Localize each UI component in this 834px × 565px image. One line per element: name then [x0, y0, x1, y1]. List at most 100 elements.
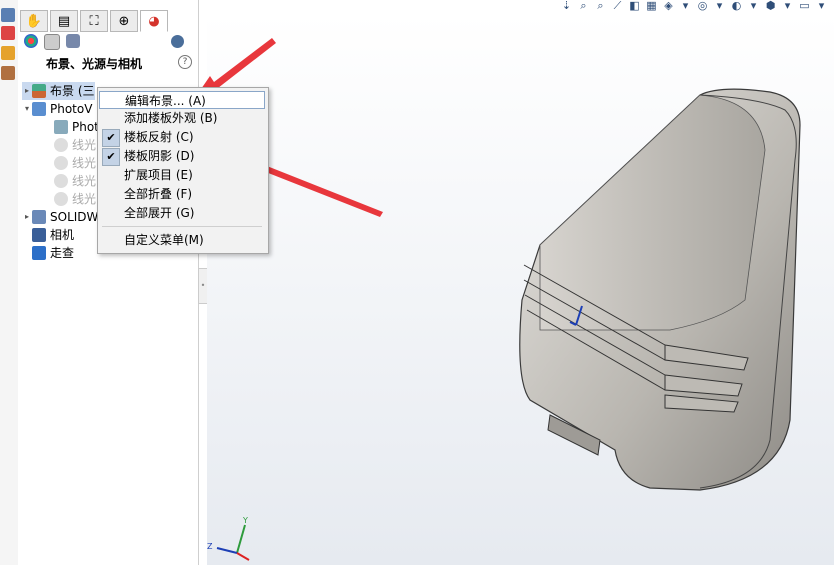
tree-item-label: 布景 (三: [50, 84, 95, 98]
edit-appearance-icon[interactable]: ◐: [730, 0, 743, 12]
appearance-icon[interactable]: [24, 34, 38, 48]
tree-item-label: 相机: [50, 228, 75, 242]
configuration-manager-icon: ⛶: [89, 13, 99, 29]
triad-z-label: Z: [207, 542, 213, 551]
photoview-icon: [32, 102, 46, 116]
menu-item-floor-reflections[interactable]: ✔ 楼板反射 (C): [99, 128, 265, 147]
menu-item-edit-scene[interactable]: 编辑布景... (A): [99, 91, 265, 109]
tab-property-manager[interactable]: ▤: [50, 10, 78, 32]
bulb-icon: [54, 174, 68, 188]
walkthrough-icon: [32, 246, 46, 260]
tree-item-walkthrough[interactable]: 走查: [32, 244, 74, 262]
chevron-down-icon[interactable]: ▾: [713, 0, 726, 12]
view-settings-icon[interactable]: ▭: [798, 0, 811, 12]
apply-scene-icon[interactable]: ⬢: [764, 0, 777, 12]
tree-item-label: 线光: [72, 156, 97, 170]
scene-icon: [32, 84, 46, 98]
tree-item-photoview[interactable]: ▾ PhotoV: [22, 100, 92, 118]
property-manager-icon: ▤: [57, 13, 71, 29]
tree-item-label: Phot: [72, 120, 99, 134]
menu-item-label: 楼板反射 (C): [124, 130, 194, 144]
triad-y-label: Y: [242, 516, 248, 525]
menu-item-customize-menu[interactable]: 自定义菜单(M): [99, 231, 265, 249]
bulb-icon: [54, 138, 68, 152]
menu-item-label: 扩展项目 (E): [124, 168, 193, 182]
tree-item-label: 线光: [72, 192, 97, 206]
zoom-to-fit-icon[interactable]: ⇣: [560, 0, 573, 12]
render-tool-icon[interactable]: [1, 46, 15, 60]
viewport-background: [207, 14, 834, 565]
chevron-down-icon[interactable]: ▾: [679, 0, 692, 12]
panel-tabs: ✋ ▤ ⛶ ⊕ ◕: [20, 10, 168, 32]
display-style-icon[interactable]: ◈: [662, 0, 675, 12]
search-icon[interactable]: [171, 35, 184, 48]
camera-icon: [32, 228, 46, 242]
page-title: 布景、光源与相机: [46, 57, 143, 71]
tree-item-label: 走查: [50, 246, 75, 260]
tree-item-line-light[interactable]: 线光: [54, 154, 96, 172]
tab-dimxpert[interactable]: ⊕: [110, 10, 138, 32]
menu-item-add-floor-appearance[interactable]: 添加楼板外观 (B): [99, 109, 265, 127]
display-manager-panel: ✋ ▤ ⛶ ⊕ ◕ 布景、光源与相机 ? ▸ 布景 (三 ▾ PhotoV Ph…: [18, 0, 199, 565]
scene-icon[interactable]: [66, 34, 80, 48]
decal-icon[interactable]: [44, 34, 60, 50]
tree-item-line-light[interactable]: 线光: [54, 190, 96, 208]
feature-manager-icon: ✋: [25, 13, 43, 29]
chevron-down-icon[interactable]: ▾: [781, 0, 794, 12]
dynamic-annotation-icon[interactable]: ◧: [628, 0, 641, 12]
view-orientation-icon[interactable]: ▦: [645, 0, 658, 12]
section-view-icon[interactable]: ⟋: [611, 0, 624, 12]
expand-icon[interactable]: ▸: [22, 82, 32, 100]
zoom-area-icon[interactable]: ⌕: [577, 0, 590, 12]
tree-item-scene[interactable]: ▸ 布景 (三: [22, 82, 95, 100]
dimxpert-icon: ⊕: [118, 13, 130, 29]
check-icon: ✔: [102, 148, 120, 166]
tab-feature-manager[interactable]: ✋: [20, 10, 48, 32]
tree-item-camera[interactable]: 相机: [32, 226, 74, 244]
tab-display-manager[interactable]: ◕: [140, 10, 168, 32]
tree-item-line-light[interactable]: 线光: [54, 136, 96, 154]
menu-item-label: 编辑布景... (A): [125, 94, 206, 108]
panel-subtoolbar: [24, 34, 80, 50]
tree-item-label: 线光: [72, 138, 97, 152]
render-tool-icon[interactable]: [1, 8, 15, 22]
menu-item-label: 添加楼板外观 (B): [124, 111, 218, 125]
bulb-icon: [54, 156, 68, 170]
help-icon[interactable]: ?: [178, 55, 192, 69]
menu-item-label: 自定义菜单(M): [124, 233, 204, 247]
menu-item-expand-item[interactable]: 扩展项目 (E): [99, 166, 265, 184]
render-tool-icon[interactable]: [1, 26, 15, 40]
tree-item-line-light[interactable]: 线光: [54, 172, 96, 190]
display-manager-icon: ◕: [148, 13, 160, 29]
tree-item-label: PhotoV: [50, 102, 93, 116]
heads-up-toolbar: ⇣ ⌕ ⌕ ⟋ ◧ ▦ ◈ ▾ ◎ ▾ ◐ ▾ ⬢ ▾ ▭ ▾: [560, 0, 828, 14]
tree-item-label: 线光: [72, 174, 97, 188]
render-tool-icon[interactable]: [1, 66, 15, 80]
tab-configuration-manager[interactable]: ⛶: [80, 10, 108, 32]
tree-item-solidworks-lights[interactable]: ▸ SOLIDW: [22, 208, 98, 226]
chevron-down-icon[interactable]: ▾: [815, 0, 828, 12]
menu-separator: [102, 226, 262, 227]
expand-icon[interactable]: ▸: [22, 208, 32, 226]
chevron-down-icon[interactable]: ▾: [747, 0, 760, 12]
view-triad: [216, 524, 250, 561]
menu-item-expand-all[interactable]: 全部展开 (G): [99, 204, 265, 222]
solidworks-light-icon: [32, 210, 46, 224]
tree-item-photoview-light[interactable]: Phot: [54, 118, 99, 136]
collapse-icon[interactable]: ▾: [22, 100, 32, 118]
tree-item-label: SOLIDW: [50, 210, 99, 224]
origin-triad-icon: [569, 305, 583, 326]
context-menu: 编辑布景... (A) 添加楼板外观 (B) ✔ 楼板反射 (C) ✔ 楼板阴影…: [97, 87, 269, 254]
panel-collapse-handle[interactable]: •: [198, 268, 208, 304]
menu-item-collapse-all[interactable]: 全部折叠 (F): [99, 185, 265, 203]
3d-model[interactable]: [519, 88, 801, 491]
menu-item-label: 楼板阴影 (D): [124, 149, 195, 163]
light-icon: [54, 120, 68, 134]
menu-item-floor-shadows[interactable]: ✔ 楼板阴影 (D): [99, 147, 265, 166]
check-icon: ✔: [102, 129, 120, 147]
left-tool-strip: [0, 0, 19, 565]
menu-item-label: 全部展开 (G): [124, 206, 195, 220]
bulb-icon: [54, 192, 68, 206]
previous-view-icon[interactable]: ⌕: [594, 0, 607, 12]
hide-show-icon[interactable]: ◎: [696, 0, 709, 12]
